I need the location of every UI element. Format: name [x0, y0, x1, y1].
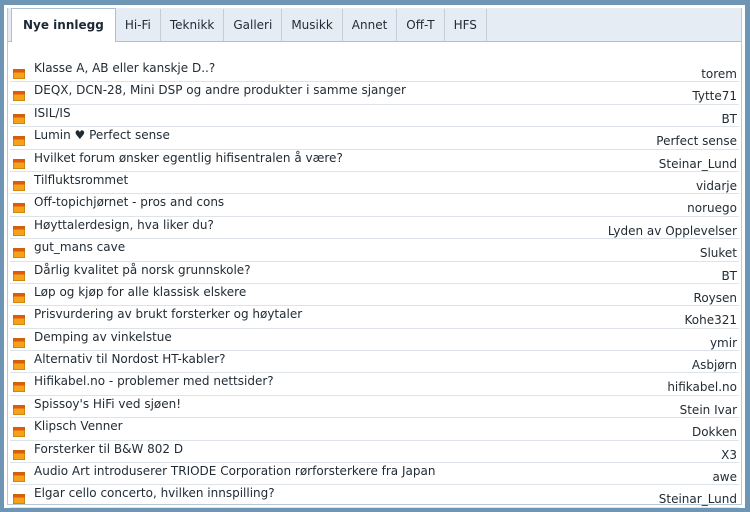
forum-widget-frame: Nye innlegg Hi-Fi Teknikk Galleri Musikk Anne… [0, 0, 750, 512]
thread-title-link[interactable]: Prisvurdering av brukt forsterker og høy… [34, 307, 302, 321]
thread-author-link[interactable]: Sluket [700, 246, 737, 260]
thread-title-link[interactable]: Off-topichjørnet - pros and cons [34, 195, 224, 209]
thread-author-link[interactable]: Perfect sense [656, 134, 737, 148]
thread-author-link[interactable]: Dokken [692, 425, 737, 439]
thread-row[interactable]: Lumin ♥ Perfect sense Perfect sense [10, 127, 739, 150]
folder-icon [12, 489, 26, 505]
thread-author-link[interactable]: X3 [721, 448, 737, 462]
tab-musikk[interactable]: Musikk [282, 9, 343, 41]
tab-hi-fi[interactable]: Hi-Fi [116, 9, 161, 41]
thread-title-link[interactable]: Dårlig kvalitet på norsk grunnskole? [34, 263, 251, 277]
thread-title-link[interactable]: Hvilket forum ønsker egentlig hifisentra… [34, 151, 343, 165]
folder-icon [12, 109, 26, 125]
thread-author-link[interactable]: Steinar_Lund [659, 492, 737, 506]
folder-icon [12, 445, 26, 461]
folder-icon [12, 310, 26, 326]
thread-title-link[interactable]: ISIL/IS [34, 106, 71, 120]
thread-author-link[interactable]: torem [701, 67, 737, 81]
thread-author-link[interactable]: ymir [710, 336, 737, 350]
folder-icon [12, 377, 26, 393]
thread-author-link[interactable]: awe [712, 470, 737, 484]
tab-hfs[interactable]: HFS [445, 9, 487, 41]
thread-author-link[interactable]: Kohe321 [684, 313, 737, 327]
thread-author-link[interactable]: Roysen [694, 291, 737, 305]
thread-author-link[interactable]: Steinar_Lund [659, 157, 737, 171]
thread-author-link[interactable]: hifikabel.no [667, 380, 737, 394]
folder-icon [12, 243, 26, 259]
thread-list: Klasse A, AB eller kanskje D..? torem DEQX… [10, 60, 739, 508]
thread-author-link[interactable]: BT [721, 269, 737, 283]
folder-icon [12, 266, 26, 282]
forum-widget-panel: Nye innlegg Hi-Fi Teknikk Galleri Musikk Anne… [7, 8, 742, 508]
thread-author-link[interactable]: Stein Ivar [680, 403, 737, 417]
thread-title-link[interactable]: DEQX, DCN-28, Mini DSP og andre produkte… [34, 83, 406, 97]
thread-row[interactable]: Løp og kjøp for alle klassisk elskere Roy… [10, 284, 739, 307]
thread-title-link[interactable]: Løp og kjøp for alle klassisk elskere [34, 285, 246, 299]
thread-title-link[interactable]: Spissoy's HiFi ved sjøen! [34, 397, 181, 411]
folder-icon [12, 467, 26, 483]
thread-title-link[interactable]: gut_mans cave [34, 240, 125, 254]
thread-row[interactable]: Klasse A, AB eller kanskje D..? torem [10, 60, 739, 83]
folder-icon [12, 198, 26, 214]
thread-author-link[interactable]: Lyden av Opplevelser [608, 224, 737, 238]
tab-annet[interactable]: Annet [343, 9, 398, 41]
thread-row[interactable]: DEQX, DCN-28, Mini DSP og andre produkte… [10, 82, 739, 105]
thread-author-link[interactable]: Asbjørn [692, 358, 737, 372]
thread-row[interactable]: Prisvurdering av brukt forsterker og høy… [10, 306, 739, 329]
folder-icon [12, 288, 26, 304]
folder-icon [12, 221, 26, 237]
thread-row[interactable]: Demping av vinkelstue ymir [10, 329, 739, 352]
folder-icon [12, 422, 26, 438]
folder-icon [12, 176, 26, 192]
tab-galleri[interactable]: Galleri [224, 9, 283, 41]
thread-title-link[interactable]: Tilfluktsrommet [34, 173, 128, 187]
folder-icon [12, 154, 26, 170]
thread-row[interactable]: ISIL/IS BT [10, 105, 739, 128]
thread-row[interactable]: Spissoy's HiFi ved sjøen! Stein Ivar [10, 396, 739, 419]
thread-author-link[interactable]: vidarje [696, 179, 737, 193]
thread-row[interactable]: Klipsch Venner Dokken [10, 418, 739, 441]
thread-title-link[interactable]: Lumin ♥ Perfect sense [34, 128, 170, 142]
thread-row[interactable]: Hifikabel.no - problemer med nettsider? h… [10, 373, 739, 396]
tab-teknikk[interactable]: Teknikk [161, 9, 225, 41]
thread-author-link[interactable]: BT [721, 112, 737, 126]
thread-title-link[interactable]: Hifikabel.no - problemer med nettsider? [34, 374, 274, 388]
thread-row[interactable]: Forsterker til B&W 802 D X3 [10, 441, 739, 464]
thread-row[interactable]: Tilfluktsrommet vidarje [10, 172, 739, 195]
thread-row[interactable]: Dårlig kvalitet på norsk grunnskole? BT [10, 262, 739, 284]
folder-icon [12, 64, 26, 80]
folder-icon [12, 131, 26, 147]
thread-title-link[interactable]: Klasse A, AB eller kanskje D..? [34, 61, 215, 75]
tab-off-t[interactable]: Off-T [397, 9, 445, 41]
thread-row[interactable]: gut_mans cave Sluket [10, 239, 739, 262]
tab-bar: Nye innlegg Hi-Fi Teknikk Galleri Musikk Anne… [8, 8, 741, 42]
thread-title-link[interactable]: Forsterker til B&W 802 D [34, 442, 183, 456]
thread-title-link[interactable]: Demping av vinkelstue [34, 330, 172, 344]
thread-title-link[interactable]: Elgar cello concerto, hvilken innspillin… [34, 486, 275, 500]
folder-icon [12, 86, 26, 102]
thread-row[interactable]: Alternativ til Nordost HT-kabler? Asbjørn [10, 351, 739, 374]
thread-title-link[interactable]: Alternativ til Nordost HT-kabler? [34, 352, 226, 366]
thread-row[interactable]: Off-topichjørnet - pros and cons noruego [10, 194, 739, 217]
folder-icon [12, 355, 26, 371]
thread-row[interactable]: Elgar cello concerto, hvilken innspillin… [10, 485, 739, 508]
thread-author-link[interactable]: Tytte71 [692, 89, 737, 103]
folder-icon [12, 333, 26, 349]
thread-title-link[interactable]: Klipsch Venner [34, 419, 123, 433]
thread-author-link[interactable]: noruego [687, 201, 737, 215]
thread-row[interactable]: Hvilket forum ønsker egentlig hifisentra… [10, 150, 739, 172]
thread-title-link[interactable]: Audio Art introduserer TRIODE Corporatio… [34, 464, 435, 478]
folder-icon [12, 400, 26, 416]
thread-row[interactable]: Audio Art introduserer TRIODE Corporatio… [10, 463, 739, 486]
thread-title-link[interactable]: Høyttalerdesign, hva liker du? [34, 218, 214, 232]
tab-nye-innlegg[interactable]: Nye innlegg [11, 8, 116, 42]
thread-row[interactable]: Høyttalerdesign, hva liker du? Lyden av O… [10, 217, 739, 240]
